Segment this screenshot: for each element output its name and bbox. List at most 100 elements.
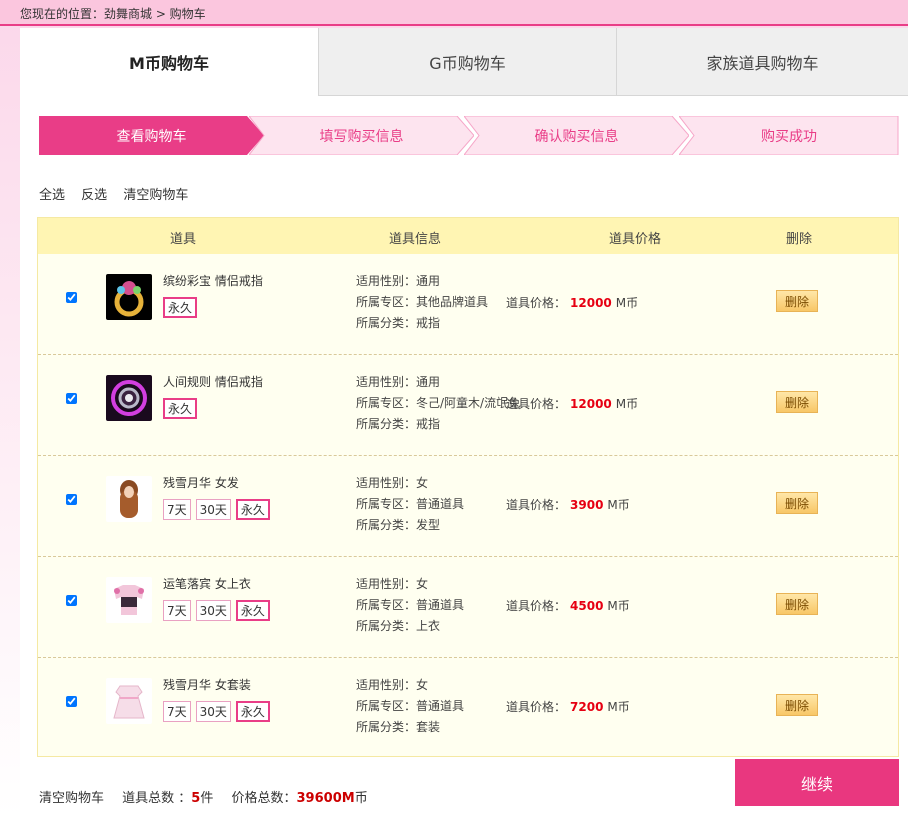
step-success: 购买成功	[679, 116, 899, 155]
cart-summary: 清空购物车 道具总数 ：5件 价格总数：39600M币	[39, 787, 368, 806]
duration-option-permanent[interactable]: 永久	[235, 701, 270, 722]
tab-family-item-cart[interactable]: 家族道具购物车	[616, 28, 908, 96]
item-name: 运笔落宾 女上衣	[163, 577, 251, 591]
zone-label: 所属专区：	[356, 396, 417, 410]
price-currency: M币	[607, 599, 630, 613]
price-value: 12000	[570, 296, 612, 310]
item-checkbox[interactable]	[66, 494, 77, 505]
item-thumbnail-ring	[106, 375, 152, 421]
duration-option-permanent[interactable]: 永久	[163, 398, 198, 419]
step-fill-info: 填写购买信息	[249, 116, 474, 155]
total-count-unit: 件	[200, 791, 214, 806]
category-value: 戒指	[416, 417, 441, 431]
duration-options: 7天 30天 永久	[163, 499, 270, 520]
price-currency: M币	[607, 700, 630, 714]
delete-button[interactable]: 删除	[776, 492, 818, 514]
gender-value: 女	[416, 577, 429, 591]
zone-label: 所属专区：	[356, 699, 417, 713]
breadcrumb: 您现在的位置：劲舞商城 > 购物车	[0, 0, 908, 26]
item-info: 适用性别：女 所属专区：普通道具 所属分类：套装	[356, 675, 464, 738]
gender-value: 通用	[416, 375, 441, 389]
item-checkbox[interactable]	[66, 595, 77, 606]
zone-label: 所属专区：	[356, 295, 417, 309]
zone-value: 其他品牌道具	[416, 295, 489, 309]
cart-table: 道具 道具信息 道具价格 删除 缤纷彩宝 情侣戒指 永久 适用性别：通用 所属专…	[37, 217, 899, 757]
footer-clear-cart-link[interactable]: 清空购物车	[39, 791, 104, 806]
item-thumbnail-outfit	[106, 678, 152, 724]
item-thumbnail-hair	[106, 476, 152, 522]
delete-button[interactable]: 删除	[776, 290, 818, 312]
cart-row: 缤纷彩宝 情侣戒指 永久 适用性别：通用 所属专区：其他品牌道具 所属分类：戒指…	[38, 254, 898, 355]
gender-label: 适用性别：	[356, 375, 417, 389]
category-label: 所属分类：	[356, 720, 417, 734]
category-label: 所属分类：	[356, 316, 417, 330]
delete-button[interactable]: 删除	[776, 391, 818, 413]
duration-options: 永久	[163, 398, 198, 419]
total-price-value: 39600M	[296, 791, 355, 806]
zone-value: 普通道具	[416, 497, 465, 511]
gender-label: 适用性别：	[356, 678, 417, 692]
item-price: 道具价格： 7200 M币	[506, 698, 630, 715]
duration-options: 7天 30天 永久	[163, 600, 270, 621]
price-value: 3900	[570, 498, 604, 512]
item-name: 残雪月华 女套装	[163, 678, 251, 692]
cart-row: 运笔落宾 女上衣 7天 30天 永久 适用性别：女 所属专区：普通道具 所属分类…	[38, 557, 898, 658]
duration-options: 7天 30天 永久	[163, 701, 270, 722]
item-checkbox[interactable]	[66, 393, 77, 404]
item-name: 残雪月华 女发	[163, 476, 239, 490]
cart-row: 人间规则 情侣戒指 永久 适用性别：通用 所属专区：冬己/阿童木/流氓兔 所属分…	[38, 355, 898, 456]
duration-option-permanent[interactable]: 永久	[163, 297, 198, 318]
cart-actions: 全选 反选 清空购物车	[39, 184, 200, 203]
tab-m-coin-cart[interactable]: M币购物车	[20, 28, 318, 96]
duration-option-7d[interactable]: 7天	[163, 701, 191, 722]
step-view-cart-label: 查看购物车	[116, 128, 187, 145]
total-count-value: 5	[191, 791, 201, 806]
select-all-link[interactable]: 全选	[39, 188, 65, 203]
price-label: 道具价格：	[506, 599, 567, 613]
gender-label: 适用性别：	[356, 577, 417, 591]
category-label: 所属分类：	[356, 417, 417, 431]
item-name: 人间规则 情侣戒指	[163, 375, 263, 389]
header-item: 道具	[170, 232, 197, 247]
duration-option-permanent[interactable]: 永久	[235, 499, 270, 520]
delete-button[interactable]: 删除	[776, 694, 818, 716]
header-info: 道具信息	[389, 232, 442, 247]
item-info: 适用性别：通用 所属专区：其他品牌道具 所属分类：戒指	[356, 271, 488, 334]
delete-button[interactable]: 删除	[776, 593, 818, 615]
cart-row: 残雪月华 女发 7天 30天 永久 适用性别：女 所属专区：普通道具 所属分类：…	[38, 456, 898, 557]
duration-options: 永久	[163, 297, 198, 318]
duration-option-7d[interactable]: 7天	[163, 600, 191, 621]
continue-button[interactable]: 继续	[735, 759, 899, 806]
gender-label: 适用性别：	[356, 476, 417, 490]
item-info: 适用性别：女 所属专区：普通道具 所属分类：上衣	[356, 574, 464, 637]
item-checkbox[interactable]	[66, 696, 77, 707]
cart-panel: M币购物车 G币购物车 家族道具购物车 查看购物车 填写购买信息 确认购买信息 …	[20, 28, 908, 817]
step-confirm-info: 确认购买信息	[464, 116, 689, 155]
price-currency: M币	[615, 397, 639, 411]
category-value: 发型	[416, 518, 441, 532]
tab-g-coin-cart[interactable]: G币购物车	[318, 28, 616, 96]
duration-option-7d[interactable]: 7天	[163, 499, 191, 520]
category-label: 所属分类：	[356, 518, 417, 532]
price-label: 道具价格：	[506, 498, 567, 512]
checkout-steps: 查看购物车 填写购买信息 确认购买信息 购买成功	[39, 116, 899, 155]
clear-cart-link[interactable]: 清空购物车	[123, 188, 188, 203]
price-value: 4500	[570, 599, 604, 613]
item-info: 适用性别：通用 所属专区：冬己/阿童木/流氓兔 所属分类：戒指	[356, 372, 520, 435]
duration-option-30d[interactable]: 30天	[195, 600, 231, 621]
cart-row: 残雪月华 女套装 7天 30天 永久 适用性别：女 所属专区：普通道具 所属分类…	[38, 658, 898, 759]
duration-option-30d[interactable]: 30天	[195, 701, 231, 722]
item-checkbox[interactable]	[66, 292, 77, 303]
price-label: 道具价格：	[506, 700, 567, 714]
zone-value: 普通道具	[416, 598, 465, 612]
price-currency: M币	[607, 498, 630, 512]
duration-option-permanent[interactable]: 永久	[235, 600, 270, 621]
invert-selection-link[interactable]: 反选	[81, 188, 107, 203]
table-header: 道具 道具信息 道具价格 删除	[38, 218, 898, 254]
category-value: 戒指	[416, 316, 441, 330]
step-success-label: 购买成功	[761, 128, 817, 145]
duration-option-30d[interactable]: 30天	[195, 499, 231, 520]
total-price-label: 价格总数：	[231, 791, 297, 806]
header-delete: 删除	[786, 232, 813, 247]
price-value: 12000	[570, 397, 612, 411]
